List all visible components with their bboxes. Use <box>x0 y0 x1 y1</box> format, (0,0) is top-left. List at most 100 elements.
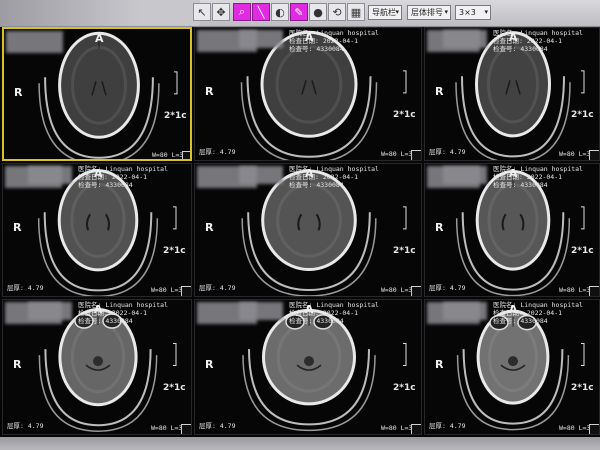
hospital-label: 医院名: Linquan hospital <box>78 165 168 173</box>
navigation-dropdown-label: 导航栏 <box>372 8 396 17</box>
exam-id-label: 检查号: 4330084 <box>289 317 344 325</box>
cursor-tool-button[interactable]: ↖ <box>193 3 211 21</box>
magnify-icon: ⌕ <box>238 5 246 18</box>
ct-tile-1[interactable]: A R 2*1c W=80 L=35 <box>2 27 192 161</box>
contrast-icon: ◐ <box>275 5 285 19</box>
orientation-right: R <box>13 221 22 235</box>
exam-date-label: 检查日期: 2022-04-1 <box>289 309 359 317</box>
hospital-label: 医院名: Linquan hospital <box>289 301 379 309</box>
series-sort-dropdown-label: 层体排号 <box>411 8 443 17</box>
layer-thickness-label: 层厚: 4.79 <box>7 422 44 430</box>
ct-tile-8[interactable]: A R 2*1c W=80 L=35 医院名: Linquan hospital 检查日期… <box>194 299 422 435</box>
tile-corner-handle[interactable] <box>411 150 421 160</box>
grid-icon: ▦ <box>350 5 362 19</box>
pan-icon: ✥ <box>216 5 226 19</box>
orientation-anterior: A <box>95 32 104 45</box>
exam-id-label: 检查号: 4330084 <box>493 317 548 325</box>
hospital-label: 医院名: Linquan hospital <box>493 29 583 37</box>
orientation-right: R <box>205 358 214 372</box>
reset-icon: ⟲ <box>332 5 342 19</box>
tile-corner-handle[interactable] <box>589 150 599 160</box>
exam-date-label: 检查日期: 2022-04-1 <box>78 173 148 181</box>
orientation-right: R <box>435 221 444 235</box>
layer-thickness-label: 层厚: 4.79 <box>199 284 236 292</box>
layer-thickness-label: 层厚: 4.79 <box>199 148 236 156</box>
exam-id-label: 检查号: 4330084 <box>493 181 548 189</box>
tile-corner-handle[interactable] <box>411 424 421 434</box>
chevron-down-icon: ▾ <box>395 8 399 16</box>
pen-icon: ✎ <box>294 5 304 19</box>
navigation-dropdown[interactable]: 导航栏 ▾ <box>368 5 402 20</box>
tile-corner-handle[interactable] <box>589 424 599 434</box>
tile-corner-handle[interactable] <box>589 286 599 296</box>
redacted-patient-name <box>443 166 487 184</box>
layout-tool-button[interactable]: ▦ <box>347 3 365 21</box>
pan-tool-button[interactable]: ✥ <box>212 3 230 21</box>
redacted-patient-name <box>239 302 283 320</box>
exam-id-label: 检查号: 4330084 <box>289 45 344 53</box>
exam-id-label: 检查号: 4330084 <box>289 181 344 189</box>
layer-thickness-label: 层厚: 4.79 <box>199 422 236 430</box>
hospital-label: 医院名: Linquan hospital <box>493 301 583 309</box>
grid-layout-dropdown[interactable]: 3×3 ▾ <box>455 5 491 20</box>
hospital-label: 医院名: Linquan hospital <box>289 29 379 37</box>
ct-tile-7[interactable]: A R 2*1c W=80 L=35 医院名: Linquan hospital 检查日期… <box>2 299 192 435</box>
invert-icon: ● <box>313 5 323 19</box>
ct-tile-9[interactable]: A R 2*1c W=80 L=35 医院名: Linquan hospital 检查日期… <box>424 299 600 435</box>
exam-date-label: 检查日期: 2022-04-1 <box>493 309 563 317</box>
redacted-patient-name <box>239 30 283 48</box>
orientation-right: R <box>14 86 23 100</box>
reset-tool-button[interactable]: ⟲ <box>328 3 346 21</box>
slice-thickness-label: 2*1c <box>571 110 594 121</box>
slice-thickness-label: 2*1c <box>393 246 416 257</box>
chevron-down-icon: ▾ <box>484 8 488 16</box>
hospital-label: 医院名: Linquan hospital <box>289 165 379 173</box>
exam-date-label: 检查日期: 2022-04-1 <box>78 309 148 317</box>
hospital-label: 医院名: Linquan hospital <box>78 301 168 309</box>
ct-tile-6[interactable]: A R 2*1c W=80 L=35 医院名: Linquan hospital 检查日期… <box>424 163 600 297</box>
tile-corner-handle[interactable] <box>181 286 191 296</box>
ct-tile-3[interactable]: A R 2*1c W=80 L=35 医院名: Linquan hospital 检查日期… <box>424 27 600 161</box>
redacted-patient-name <box>443 30 487 48</box>
redacted-patient-info <box>6 31 63 53</box>
redacted-patient-name <box>28 166 72 184</box>
slice-thickness-label: 2*1c <box>571 383 594 394</box>
orientation-right: R <box>205 221 214 235</box>
orientation-right: R <box>435 358 444 372</box>
magnify-tool-button[interactable]: ⌕ <box>233 3 251 21</box>
tile-corner-handle[interactable] <box>181 424 191 434</box>
contrast-tool-button[interactable]: ◐ <box>271 3 289 21</box>
exam-date-label: 检查日期: 2022-04-1 <box>289 173 359 181</box>
annotate-tool-button[interactable]: ✎ <box>290 3 308 21</box>
chevron-down-icon: ▾ <box>444 8 448 16</box>
ct-tile-5[interactable]: A R 2*1c W=80 L=35 医院名: Linquan hospital 检查日期… <box>194 163 422 297</box>
ct-tile-4[interactable]: A R 2*1c W=80 L=35 医院名: Linquan hospital 检查日期… <box>2 163 192 297</box>
exam-id-label: 检查号: 4330084 <box>78 181 133 189</box>
slice-thickness-label: 2*1c <box>393 383 416 394</box>
layer-thickness-label: 层厚: 4.79 <box>429 422 466 430</box>
invert-tool-button[interactable]: ● <box>309 3 327 21</box>
redacted-patient-name <box>443 302 487 320</box>
viewer-screen: ↖ ✥ ⌕ ╲ ◐ ✎ ● ⟲ ▦ 导航栏 ▾ 层体排号 ▾ 3×3 ▾ A R 2*1c… <box>0 0 600 450</box>
layer-thickness-label: 层厚: 4.79 <box>429 148 466 156</box>
slice-thickness-label: 2*1c <box>164 111 187 122</box>
toolbar: ↖ ✥ ⌕ ╲ ◐ ✎ ● ⟲ ▦ 导航栏 ▾ 层体排号 ▾ 3×3 ▾ <box>0 0 600 27</box>
ct-tile-2[interactable]: A R 2*1c W=80 L=35 医院名: Linquan hospital 检查日期… <box>194 27 422 161</box>
orientation-right: R <box>435 85 444 99</box>
slice-thickness-label: 2*1c <box>393 110 416 121</box>
exam-date-label: 检查日期: 2022-04-1 <box>493 37 563 45</box>
orientation-right: R <box>205 85 214 99</box>
tile-corner-handle[interactable] <box>182 151 190 159</box>
cursor-icon: ↖ <box>197 5 207 19</box>
slice-thickness-label: 2*1c <box>571 246 594 257</box>
series-sort-dropdown[interactable]: 层体排号 ▾ <box>407 5 451 20</box>
tile-corner-handle[interactable] <box>411 286 421 296</box>
monitor-bezel <box>0 437 600 450</box>
redacted-patient-name <box>239 166 283 184</box>
measure-tool-button[interactable]: ╲ <box>252 3 270 21</box>
grid-layout-dropdown-label: 3×3 <box>459 8 476 17</box>
layer-thickness-label: 层厚: 4.79 <box>7 284 44 292</box>
toolbar-blurred-area <box>0 0 200 26</box>
slice-thickness-label: 2*1c <box>163 246 186 257</box>
exam-date-label: 检查日期: 2022-04-1 <box>289 37 359 45</box>
